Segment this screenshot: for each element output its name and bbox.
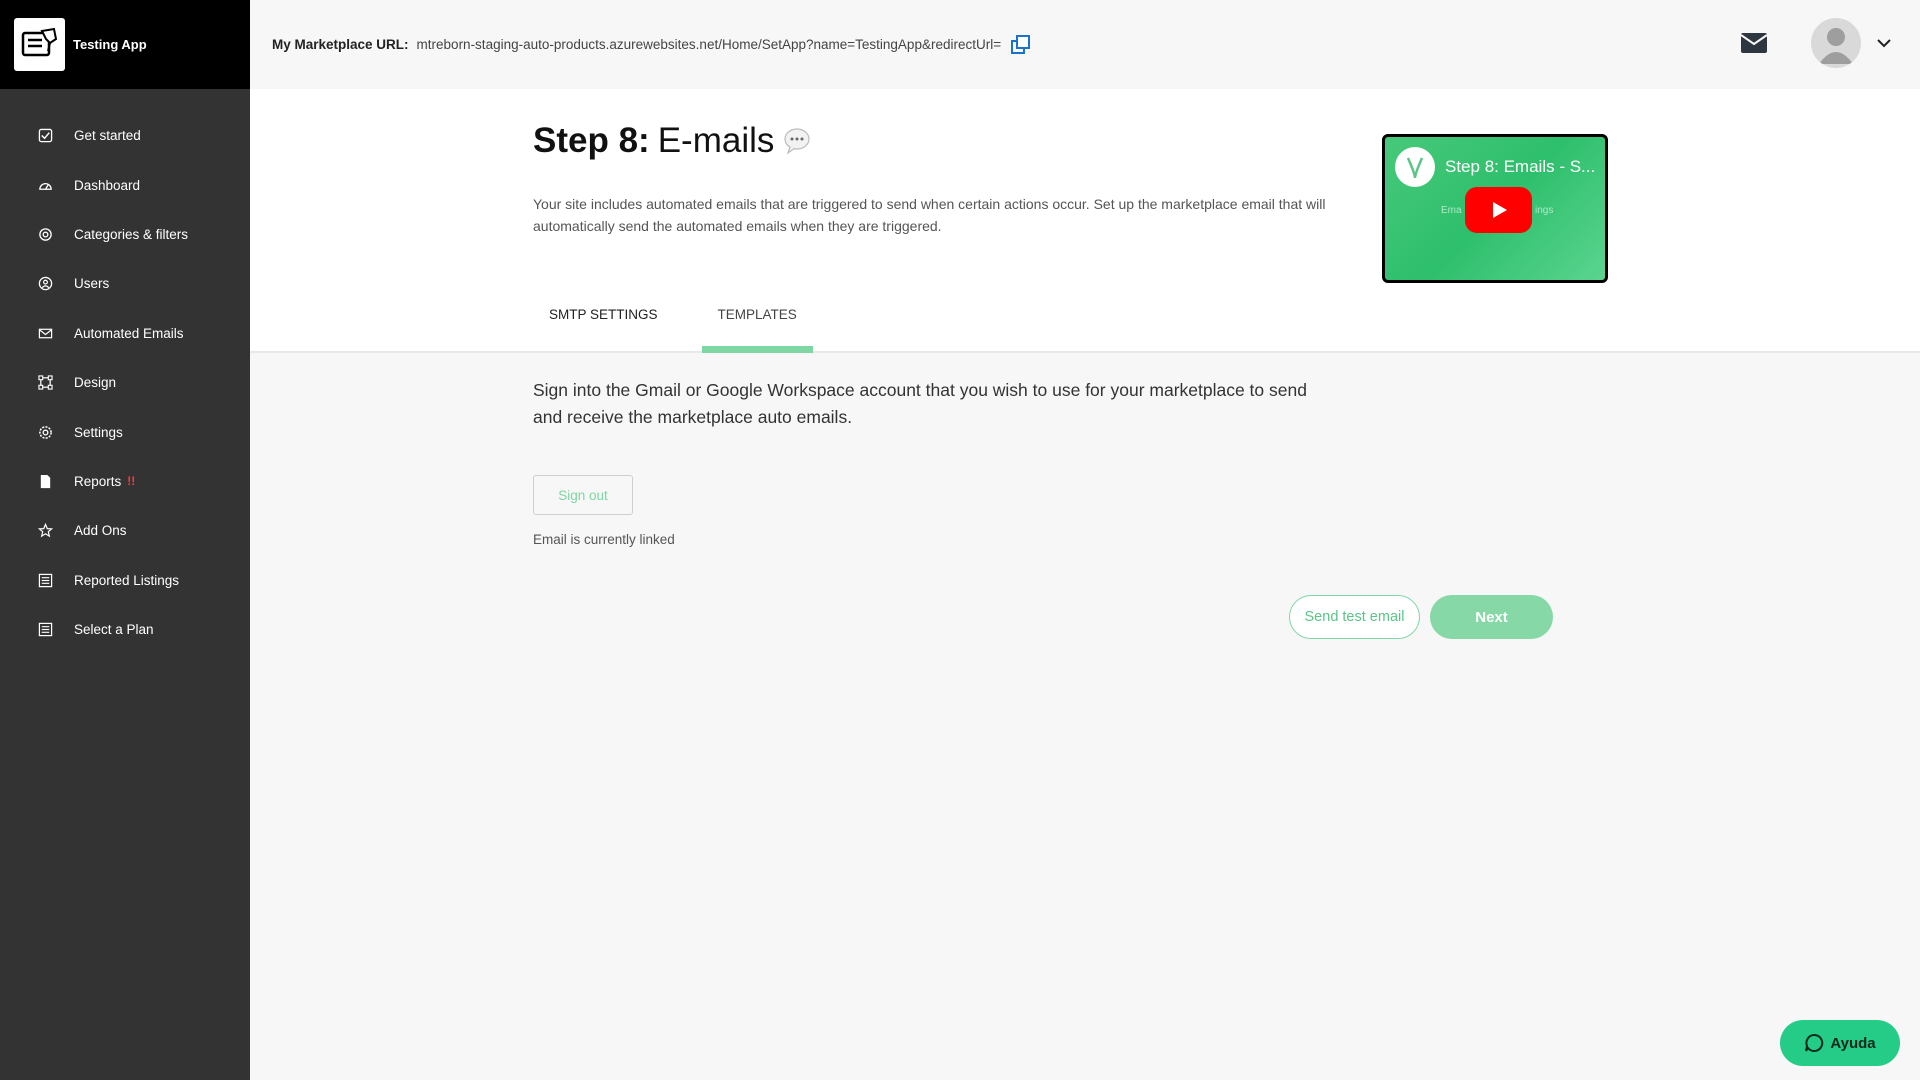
chat-bubble-icon[interactable] (782, 126, 812, 156)
sidebar-item-add-ons[interactable]: Add Ons (0, 506, 250, 555)
sidebar-item-label: Automated Emails (74, 325, 184, 341)
sidebar-item-users[interactable]: Users (0, 259, 250, 308)
sidebar-item-categories[interactable]: Categories & filters (0, 210, 250, 259)
sidebar-item-select-plan[interactable]: Select a Plan (0, 605, 250, 654)
sidebar-item-label: Reported Listings (74, 572, 180, 588)
sidebar-item-reports[interactable]: Reports !! (0, 457, 250, 506)
list-icon (36, 571, 54, 589)
video-title: Step 8: Emails - S... (1445, 157, 1596, 176)
star-icon (36, 522, 54, 540)
sidebar-item-reported-listings[interactable]: Reported Listings (0, 556, 250, 605)
video-caption-right: ings (1535, 205, 1554, 216)
sidebar-item-dashboard[interactable]: Dashboard (0, 160, 250, 209)
brand[interactable]: Testing App (0, 0, 250, 89)
tab-smtp-settings[interactable]: SMTP SETTINGS (533, 307, 674, 353)
chevron-down-icon[interactable] (1875, 34, 1893, 52)
video-thumbnail[interactable]: Step 8: Emails - S... Ema ings (1382, 134, 1608, 283)
sidebar-item-label: Reports (74, 473, 122, 489)
sidebar-item-label: Add Ons (74, 523, 127, 539)
mail-icon[interactable] (1740, 32, 1768, 54)
app-name: Testing App (73, 37, 147, 52)
sidebar-item-label: Categories & filters (74, 226, 189, 242)
send-test-email-button[interactable]: Send test email (1289, 595, 1420, 639)
copy-icon[interactable] (1009, 33, 1033, 57)
instructions-text: Sign into the Gmail or Google Workspace … (533, 380, 1307, 427)
sidebar-item-automated-emails[interactable]: Automated Emails (0, 309, 250, 358)
file-icon (36, 472, 54, 490)
step-number: Step 8: (533, 121, 650, 160)
sidebar-item-label: Dashboard (74, 177, 141, 193)
sidebar-item-label: Select a Plan (74, 622, 154, 638)
tab-bar: SMTP SETTINGS TEMPLATES (533, 307, 841, 353)
channel-logo-icon (1395, 147, 1435, 187)
envelope-icon (36, 324, 54, 342)
marketplace-url-value[interactable]: mtreborn-staging-auto-products.azurewebs… (417, 37, 1002, 52)
step-title: E-mails (657, 121, 775, 160)
design-icon (36, 374, 54, 392)
user-circle-icon (36, 275, 54, 293)
sidebar-item-get-started[interactable]: Get started (0, 111, 250, 160)
help-label: Ayuda (1830, 1034, 1876, 1052)
page-description: Your site includes automated emails that… (533, 196, 1326, 234)
avatar[interactable] (1811, 18, 1861, 68)
sidebar: Testing App Get started Dashboard Catego… (0, 0, 250, 1080)
gear-icon (36, 423, 54, 441)
sidebar-item-design[interactable]: Design (0, 358, 250, 407)
app-logo-icon (14, 18, 65, 71)
help-button[interactable]: Ayuda (1780, 1020, 1900, 1066)
email-link-status: Email is currently linked (533, 532, 675, 547)
sidebar-item-settings[interactable]: Settings (0, 407, 250, 456)
reports-alert-badge: !! (127, 474, 136, 489)
next-button[interactable]: Next (1430, 595, 1553, 639)
chat-icon (1805, 1033, 1824, 1052)
marketplace-url-label: My Marketplace URL: (272, 37, 409, 52)
sidebar-item-label: Design (74, 375, 117, 391)
list-icon (36, 621, 54, 639)
tab-templates[interactable]: TEMPLATES (701, 307, 813, 353)
page-header: Step 8: E-mails Your site includes autom… (250, 89, 1920, 353)
gauge-icon (36, 176, 54, 194)
page-title: Step 8: E-mails (533, 121, 812, 161)
sidebar-item-label: Settings (74, 424, 123, 440)
sidebar-item-label: Get started (74, 128, 141, 144)
play-icon[interactable] (1465, 187, 1532, 233)
video-caption-left: Ema (1441, 205, 1462, 216)
sidebar-item-label: Users (74, 276, 110, 292)
sidebar-nav: Get started Dashboard Categories & filte… (0, 89, 250, 654)
topbar: My Marketplace URL: mtreborn-staging-aut… (250, 0, 1920, 89)
checkbox-icon (36, 127, 54, 145)
sign-out-button[interactable]: Sign out (533, 475, 633, 515)
target-icon (36, 225, 54, 243)
